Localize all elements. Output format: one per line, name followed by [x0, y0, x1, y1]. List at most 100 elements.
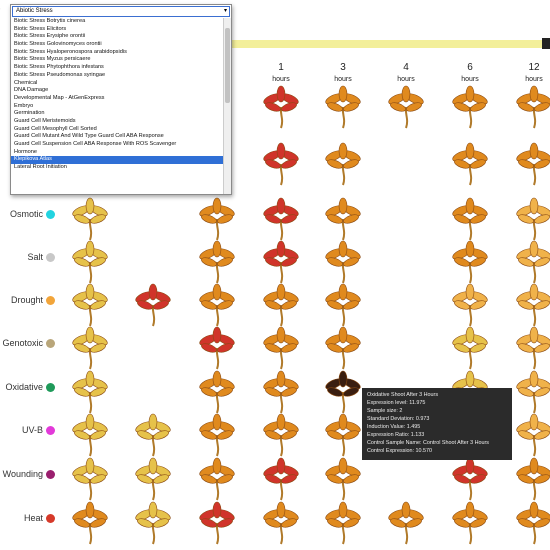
- row-label-genotoxic: Genotoxic: [2, 338, 43, 348]
- plant-expression-icon[interactable]: [386, 85, 426, 129]
- plant-expression-icon[interactable]: [197, 370, 237, 414]
- plant-expression-icon[interactable]: [323, 85, 363, 129]
- tooltip-sd: Standard Deviation: 0.973: [367, 416, 430, 422]
- plant-expression-icon[interactable]: [514, 370, 550, 414]
- plant-expression-icon[interactable]: [197, 283, 237, 327]
- dropdown-option[interactable]: Biotic Stress Elicitors: [11, 26, 231, 34]
- plant-expression-icon[interactable]: [514, 457, 550, 501]
- plant-expression-icon[interactable]: [261, 240, 301, 284]
- chevron-down-icon[interactable]: ▾: [224, 7, 227, 16]
- plant-expression-icon[interactable]: [133, 283, 173, 327]
- plant-expression-icon[interactable]: [197, 197, 237, 241]
- plant-expression-icon[interactable]: [261, 283, 301, 327]
- plant-expression-icon[interactable]: [450, 326, 490, 370]
- dropdown-option[interactable]: Guard Cell Suspension Cell ABA Response …: [11, 141, 231, 149]
- plant-expression-icon[interactable]: [450, 197, 490, 241]
- plant-expression-icon[interactable]: [70, 326, 110, 370]
- dropdown-option[interactable]: Germination: [11, 110, 231, 118]
- dropdown-option[interactable]: Guard Cell Meristemoids: [11, 118, 231, 126]
- plant-expression-icon[interactable]: [197, 240, 237, 284]
- plant-expression-icon[interactable]: [261, 326, 301, 370]
- plant-expression-icon[interactable]: [450, 142, 490, 186]
- dropdown-options-list[interactable]: Biotic Stress Botrytis cinerea Biotic Str…: [11, 18, 231, 194]
- plant-expression-icon[interactable]: [450, 85, 490, 129]
- plant-expression-icon[interactable]: [323, 197, 363, 241]
- plant-expression-icon[interactable]: [70, 457, 110, 501]
- plant-expression-icon[interactable]: [450, 457, 490, 501]
- plant-expression-icon[interactable]: [197, 326, 237, 370]
- plant-expression-icon[interactable]: [261, 197, 301, 241]
- plant-expression-icon[interactable]: [323, 326, 363, 370]
- dropdown-option[interactable]: Biotic Stress Myzus persicaere: [11, 56, 231, 64]
- plant-expression-icon[interactable]: [261, 370, 301, 414]
- dropdown-option[interactable]: Embryo: [11, 103, 231, 111]
- plant-expression-icon[interactable]: [450, 283, 490, 327]
- dropdown-option[interactable]: Biotic Stress Hyaloperonospora arabidops…: [11, 49, 231, 57]
- plant-expression-icon[interactable]: [70, 501, 110, 545]
- dropdown-option[interactable]: DNA Damage: [11, 87, 231, 95]
- plant-expression-icon[interactable]: [261, 501, 301, 545]
- plant-expression-icon[interactable]: [514, 240, 550, 284]
- plant-expression-icon[interactable]: [514, 85, 550, 129]
- plant-expression-icon[interactable]: [197, 457, 237, 501]
- plant-expression-icon[interactable]: [261, 142, 301, 186]
- dropdown-option[interactable]: Biotic Stress Pseudomonas syringae: [11, 72, 231, 80]
- plant-expression-icon[interactable]: [514, 283, 550, 327]
- plant-expression-icon[interactable]: [70, 240, 110, 284]
- plant-expression-icon[interactable]: [70, 283, 110, 327]
- plant-expression-icon[interactable]: [514, 413, 550, 457]
- plant-expression-icon[interactable]: [133, 413, 173, 457]
- dropdown-option[interactable]: Developmental Map - AtGenExpress: [11, 95, 231, 103]
- column-time-unit: hours: [525, 76, 543, 83]
- plant-expression-icon[interactable]: [323, 457, 363, 501]
- plant-expression-icon[interactable]: [323, 240, 363, 284]
- plant-expression-icon[interactable]: [323, 142, 363, 186]
- column-time-unit: hours: [334, 76, 352, 83]
- plant-expression-icon[interactable]: [386, 501, 426, 545]
- row-color-dot: [46, 210, 55, 219]
- plant-expression-icon[interactable]: [323, 501, 363, 545]
- dropdown-option[interactable]: Biotic Stress Phytophthora infestans: [11, 64, 231, 72]
- dropdown-option[interactable]: Guard Cell Mutant And Wild Type Guard Ce…: [11, 133, 231, 141]
- dropdown-option[interactable]: Klepikova Atlas: [11, 156, 231, 165]
- row-label-heat: Heat: [23, 513, 43, 523]
- plant-expression-icon[interactable]: [514, 142, 550, 186]
- plant-expression-icon[interactable]: [197, 413, 237, 457]
- tooltip-control-name: Control Sample Name: Control Shoot After…: [367, 440, 489, 446]
- plant-expression-icon[interactable]: [70, 413, 110, 457]
- dropdown-option[interactable]: Biotic Stress Botrytis cinerea: [11, 18, 231, 26]
- plant-expression-icon[interactable]: [323, 370, 363, 414]
- row-color-dot: [46, 253, 55, 262]
- dropdown-option[interactable]: Biotic Stress Erysiphe orontii: [11, 33, 231, 41]
- plant-expression-icon[interactable]: [514, 501, 550, 545]
- column-time-value: 3: [340, 62, 346, 73]
- plant-expression-icon[interactable]: [133, 457, 173, 501]
- plant-expression-icon[interactable]: [514, 326, 550, 370]
- scrollbar-thumb[interactable]: [225, 28, 230, 103]
- dropdown-option[interactable]: Guard Cell Mesophyll Cell Sorted: [11, 126, 231, 134]
- plant-expression-icon[interactable]: [450, 501, 490, 545]
- dropdown-option[interactable]: Hormone: [11, 149, 231, 157]
- plant-expression-icon[interactable]: [514, 197, 550, 241]
- plant-expression-icon[interactable]: [133, 501, 173, 545]
- data-source-dropdown[interactable]: Abiotic Stress ▾ Biotic Stress Botrytis …: [10, 4, 232, 195]
- plant-expression-icon[interactable]: [323, 413, 363, 457]
- plant-expression-icon[interactable]: [197, 501, 237, 545]
- plant-expression-icon[interactable]: [261, 85, 301, 129]
- plant-expression-icon[interactable]: [261, 413, 301, 457]
- tooltip-expression: Expression level: 11.975: [367, 400, 426, 406]
- plant-expression-icon[interactable]: [323, 283, 363, 327]
- dropdown-option[interactable]: Biotic Stress Golovinomyces orontii: [11, 41, 231, 49]
- plant-expression-icon[interactable]: [261, 457, 301, 501]
- plant-expression-icon[interactable]: [70, 370, 110, 414]
- dropdown-option[interactable]: Chemical: [11, 80, 231, 88]
- row-label-wounding: Wounding: [2, 469, 43, 479]
- dropdown-scrollbar[interactable]: [223, 18, 231, 194]
- row-color-dot: [46, 296, 55, 305]
- dropdown-option[interactable]: Lateral Root Initiation: [11, 164, 231, 172]
- row-color-dot: [46, 514, 55, 523]
- dropdown-selected-value[interactable]: Abiotic Stress ▾: [12, 6, 230, 17]
- plant-expression-icon[interactable]: [450, 240, 490, 284]
- row-color-dot: [46, 426, 55, 435]
- plant-expression-icon[interactable]: [70, 197, 110, 241]
